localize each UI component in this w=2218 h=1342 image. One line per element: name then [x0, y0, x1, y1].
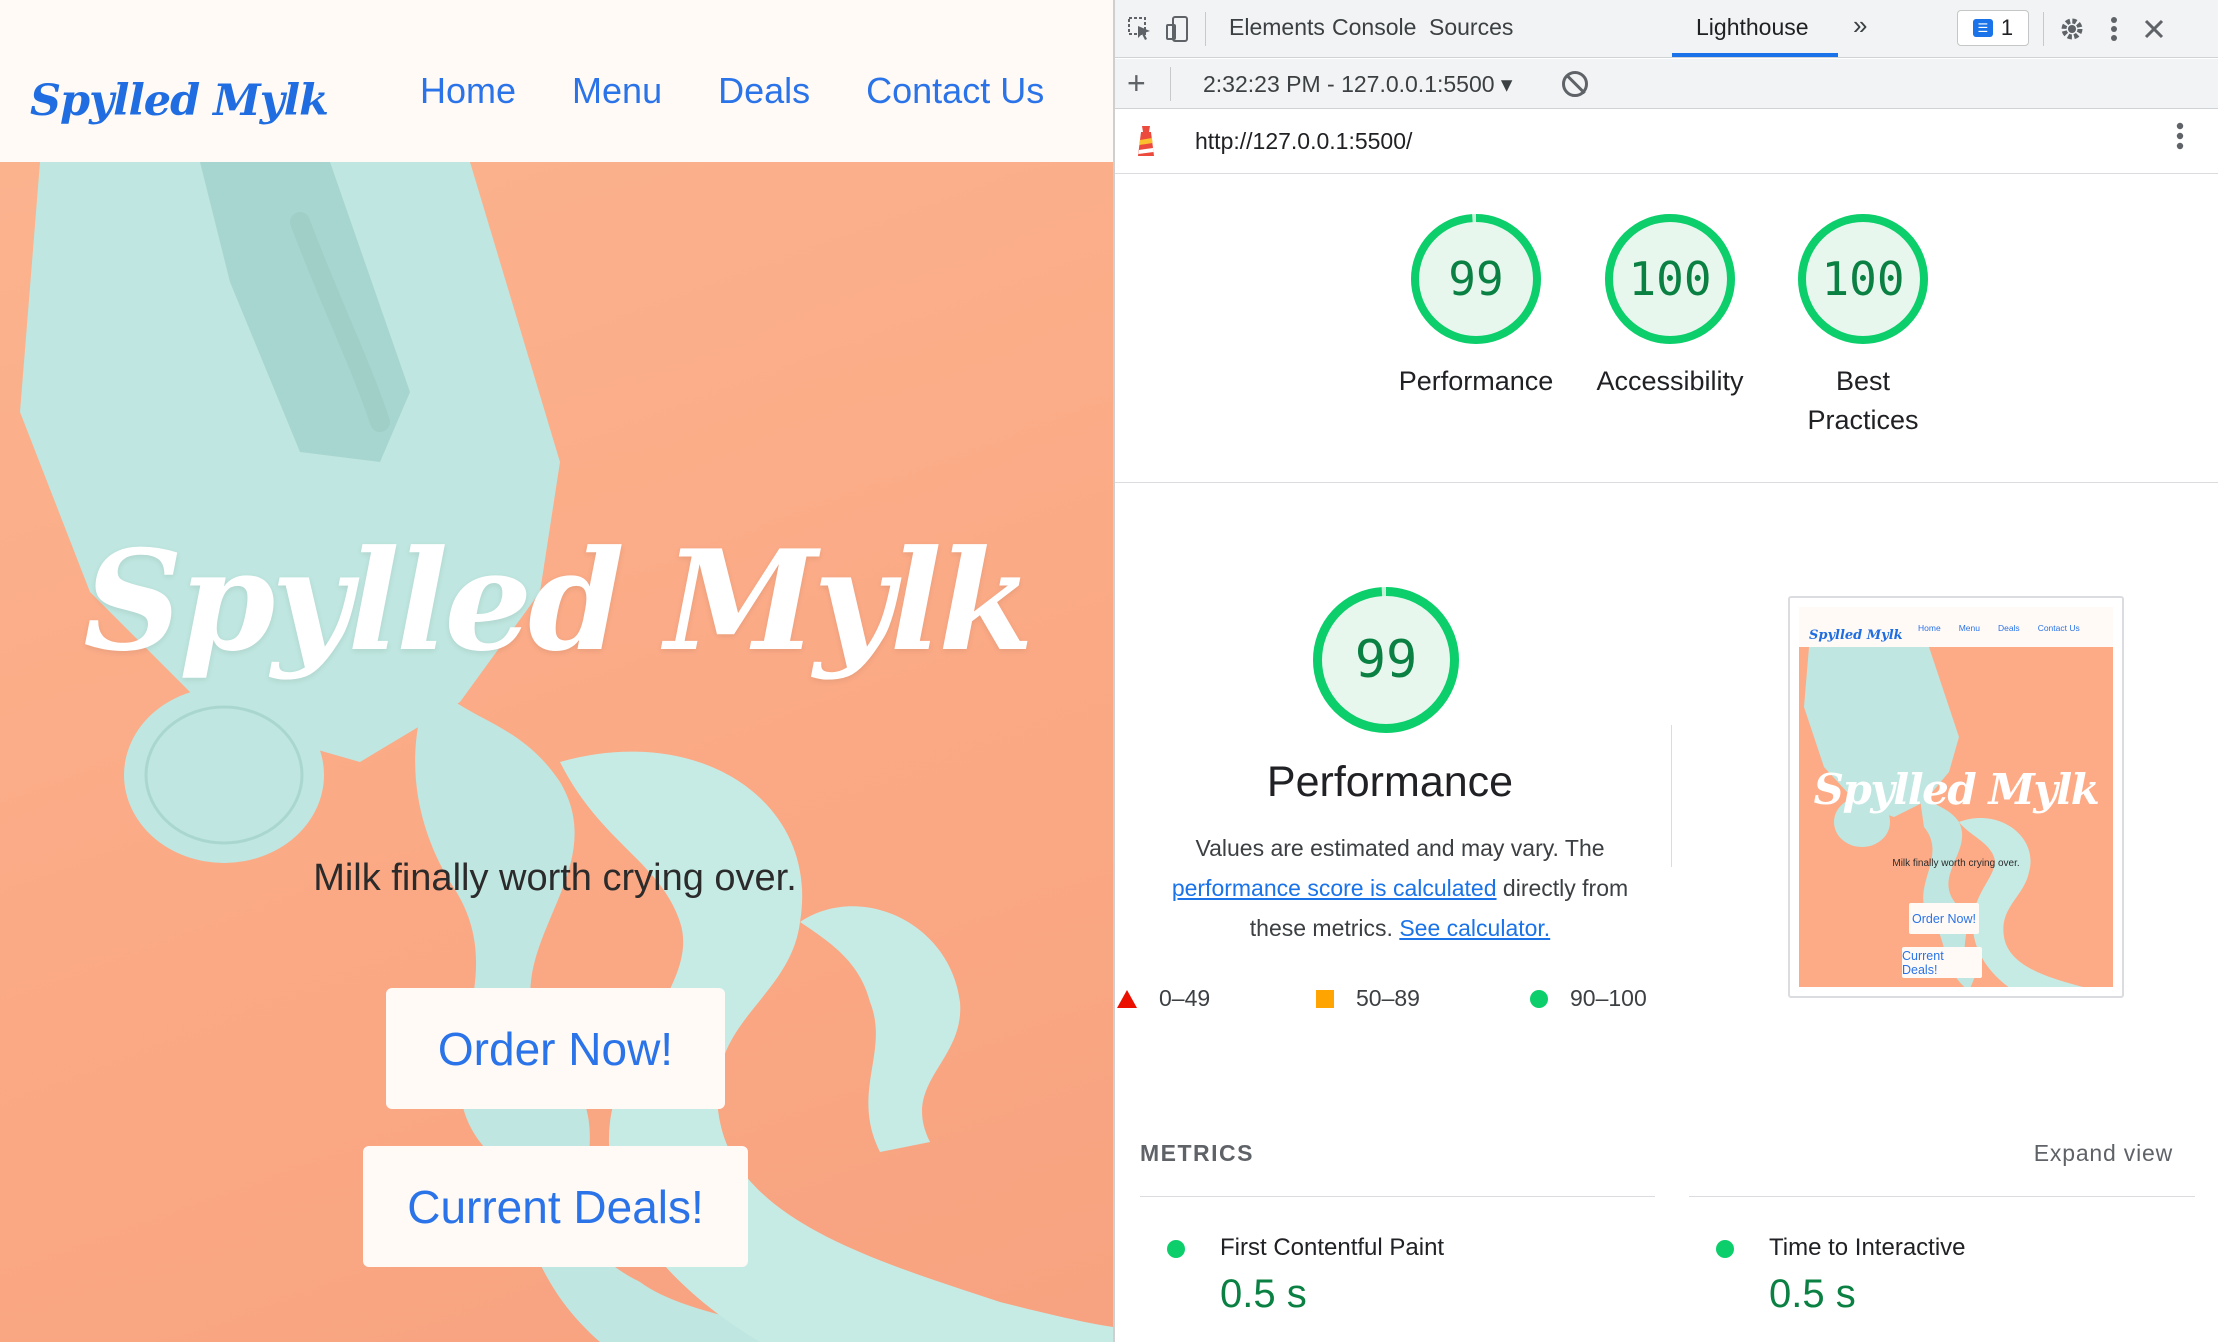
order-now-button[interactable]: Order Now!: [386, 988, 725, 1109]
new-report-plus-icon[interactable]: +: [1127, 65, 1146, 102]
hero-title: Spylled Mylk: [83, 519, 1034, 682]
expand-view-toggle[interactable]: Expand view: [2034, 1140, 2173, 1167]
performance-detail-score: 99: [1354, 630, 1418, 690]
legend-pass-label: 90–100: [1570, 985, 1647, 1011]
best-practices-score: 100: [1821, 252, 1905, 306]
nav-contact-link[interactable]: Contact Us: [866, 70, 1044, 112]
customize-menu-icon[interactable]: [2099, 14, 2129, 44]
thumbnail-page: Spylled Mylk Home Menu Deals Contact Us …: [1799, 607, 2113, 987]
current-deals-button[interactable]: Current Deals!: [363, 1146, 748, 1267]
accessibility-score: 100: [1628, 252, 1712, 306]
hero-tagline: Milk finally worth crying over.: [313, 857, 797, 899]
performance-description: Values are estimated and may vary. The p…: [1135, 828, 1665, 948]
vertical-divider: [1671, 725, 1672, 867]
close-devtools-icon[interactable]: [2139, 14, 2169, 44]
metric-first-contentful-paint: First Contentful Paint 0.5 s: [1140, 1196, 1655, 1336]
best-practices-label: Best Practices: [1807, 366, 1919, 436]
report-url-bar: http://127.0.0.1:5500/: [1115, 110, 2218, 174]
thumbnail-nav-home: Home: [1918, 623, 1941, 633]
thumbnail-deals-button: Current Deals!: [1902, 947, 1982, 978]
accessibility-gauge[interactable]: 100: [1604, 213, 1736, 345]
tab-console[interactable]: Console: [1332, 14, 1416, 41]
site-logo[interactable]: Spylled Mylk: [30, 76, 329, 126]
thumbnail-logo: Spylled Mylk: [1809, 628, 1903, 643]
legend-fail: 0–49: [1117, 985, 1210, 1012]
metric-name: First Contentful Paint: [1220, 1234, 1445, 1261]
report-selector[interactable]: 2:32:23 PM - 127.0.0.1:5500 ▾: [1203, 71, 1512, 98]
metric-value: 0.5 s: [1769, 1272, 1856, 1316]
issues-count: 1: [2000, 15, 2014, 40]
devtools-panel: Elements Console Sources Lighthouse » ☰ …: [1113, 0, 2218, 1342]
thumbnail-order-button: Order Now!: [1909, 903, 1979, 934]
legend-fail-label: 0–49: [1159, 985, 1211, 1011]
thumbnail-nav-links: Home Menu Deals Contact Us: [1918, 623, 2080, 633]
see-calculator-link[interactable]: See calculator.: [1399, 915, 1550, 941]
performance-heading: Performance: [1266, 758, 1514, 806]
metric-value: 0.5 s: [1220, 1272, 1307, 1316]
performance-gauge[interactable]: 99: [1410, 213, 1542, 345]
thumbnail-nav-menu: Menu: [1958, 623, 1980, 633]
legend-average: 50–89: [1316, 985, 1420, 1012]
issues-icon: ☰: [1972, 19, 1993, 37]
thumbnail-nav-contact: Contact Us: [2037, 623, 2080, 633]
nav-menu-link[interactable]: Menu: [572, 70, 662, 112]
nav-home-link[interactable]: Home: [420, 70, 516, 112]
metric-time-to-interactive: Time to Interactive 0.5 s: [1689, 1196, 2195, 1336]
tab-sources[interactable]: Sources: [1429, 14, 1513, 41]
lighthouse-toolbar: + 2:32:23 PM - 127.0.0.1:5500 ▾: [1115, 59, 2218, 109]
perf-desc-text-1: Values are estimated and may vary. The: [1195, 835, 1605, 861]
tab-elements[interactable]: Elements: [1229, 14, 1325, 41]
nav-deals-link[interactable]: Deals: [718, 70, 810, 112]
toolbar-separator: [1205, 12, 1206, 46]
toolbar-separator: [1170, 67, 1171, 101]
thumbnail-nav-deals: Deals: [1997, 623, 2020, 633]
performance-detail-gauge: 99: [1312, 586, 1460, 734]
metric-divider: [1140, 1196, 1655, 1197]
inspect-element-icon[interactable]: [1125, 14, 1155, 44]
settings-gear-icon[interactable]: [2057, 14, 2087, 44]
toolbar-separator: [2043, 12, 2044, 46]
report-menu-icon[interactable]: [2176, 122, 2184, 158]
score-calculated-link[interactable]: performance score is calculated: [1172, 875, 1497, 901]
thumbnail-hero-title: Spylled Mylk: [1813, 765, 2100, 814]
site-nav-links: Home Menu Deals Contact Us: [420, 70, 1044, 112]
accessibility-label: Accessibility: [1596, 366, 1744, 396]
legend-average-label: 50–89: [1356, 985, 1420, 1011]
metrics-heading: METRICS: [1140, 1140, 1254, 1166]
pass-circle-icon: [1530, 989, 1548, 1008]
hero-section: Spylled Mylk Milk finally worth crying o…: [0, 162, 1113, 1342]
report-url[interactable]: http://127.0.0.1:5500/: [1195, 128, 1412, 155]
pass-circle-icon: [1716, 1240, 1734, 1258]
metric-name: Time to Interactive: [1769, 1234, 1966, 1261]
more-tabs-icon[interactable]: »: [1853, 10, 1867, 41]
legend-pass: 90–100: [1530, 985, 1647, 1012]
devtools-tab-bar: Elements Console Sources Lighthouse » ☰ …: [1115, 0, 2218, 58]
active-tab-indicator: [1672, 53, 1838, 57]
average-square-icon: [1316, 989, 1334, 1008]
thumbnail-tagline: Milk finally worth crying over.: [1892, 858, 2020, 869]
pass-circle-icon: [1167, 1240, 1185, 1258]
issues-counter-button[interactable]: ☰ 1: [1957, 10, 2029, 46]
clear-reports-icon[interactable]: [1562, 71, 1588, 97]
best-practices-gauge[interactable]: 100: [1797, 213, 1929, 345]
lighthouse-logo-icon: [1135, 124, 1157, 158]
perf-desc-text-2: directly from: [1502, 875, 1629, 901]
site-navbar: Spylled Mylk Home Menu Deals Contact Us: [0, 0, 1113, 162]
performance-score: 99: [1448, 252, 1504, 306]
section-divider: [1115, 482, 2218, 483]
tab-lighthouse[interactable]: Lighthouse: [1696, 14, 1809, 41]
metric-divider: [1689, 1196, 2195, 1197]
device-toolbar-icon[interactable]: [1163, 14, 1193, 44]
website-viewport: Spylled Mylk Milk finally worth crying o…: [0, 0, 1113, 1342]
final-screenshot-thumbnail[interactable]: Spylled Mylk Home Menu Deals Contact Us …: [1788, 596, 2124, 998]
fail-triangle-icon: [1117, 989, 1137, 1008]
perf-desc-text-3: these metrics.: [1249, 915, 1393, 941]
